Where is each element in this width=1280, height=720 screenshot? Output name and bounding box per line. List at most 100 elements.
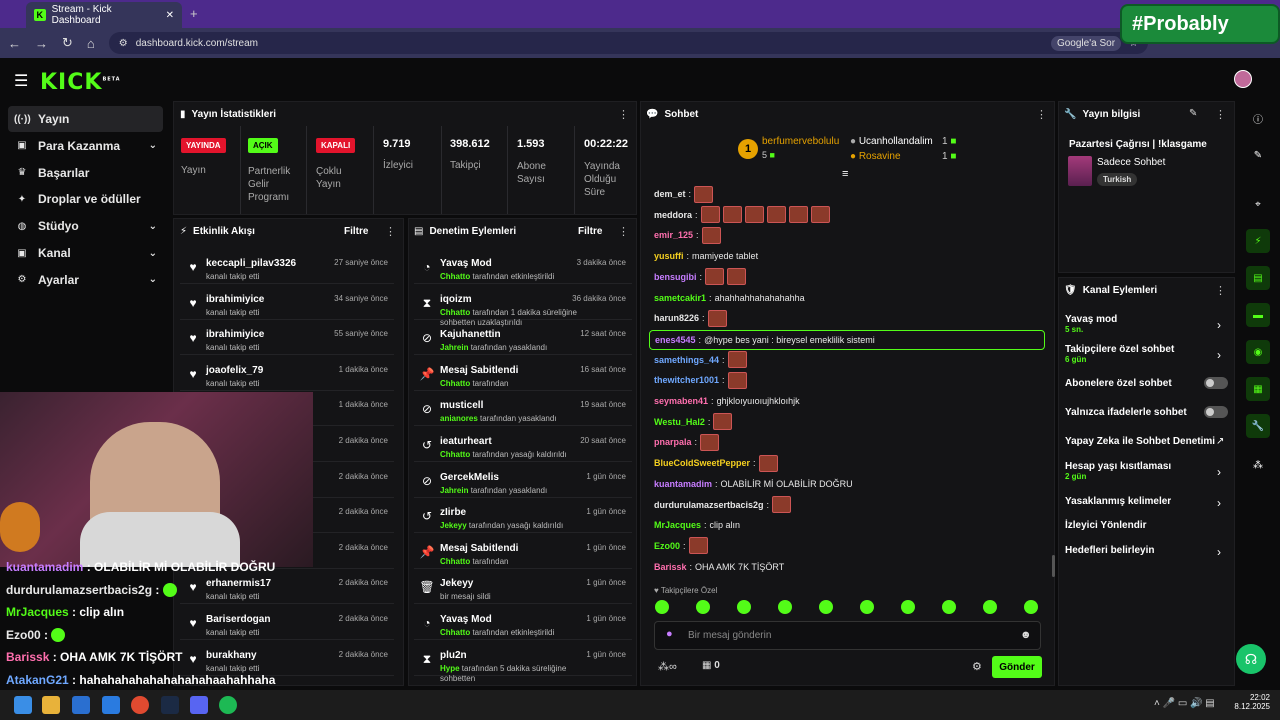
channel-action-item[interactable]: Yavaş mod 5 sn.: [1065, 314, 1233, 334]
moderation-item[interactable]: ⧗ iqoizm Chhatto tarafından 1 dakika sürel…: [414, 286, 632, 327]
chat-message[interactable]: pnarpala:: [654, 433, 720, 451]
clock[interactable]: 22:02 8.12.2025: [1232, 693, 1270, 711]
emote-icon[interactable]: [737, 600, 751, 614]
chat-message[interactable]: MrJacques: clip alın: [654, 516, 740, 534]
chat-username[interactable]: emir_125: [654, 230, 693, 240]
emote-icon[interactable]: [758, 454, 778, 472]
channel-action-item[interactable]: Yasaklanmış kelimeler: [1065, 496, 1233, 507]
emote-icon[interactable]: [727, 268, 747, 286]
broadcast-widget-icon[interactable]: ◉: [1246, 340, 1270, 364]
sidebar-item-0[interactable]: ((·)) Yayın: [8, 106, 163, 132]
user-avatar[interactable]: [1234, 70, 1252, 88]
chat-message[interactable]: Barissk: OHA AMK 7K TİŞÖRT: [654, 558, 784, 576]
chat-message[interactable]: Ezo00:: [654, 537, 708, 555]
store-app-icon[interactable]: [72, 696, 90, 714]
chat-username[interactable]: yusuffi: [654, 251, 684, 261]
chat-message[interactable]: durdurulamazsertbacis2g:: [654, 496, 792, 514]
chat-message[interactable]: dem_et:: [654, 185, 714, 203]
moderation-filter-button[interactable]: Filtre: [578, 226, 602, 237]
chat-message[interactable]: harun8226:: [654, 309, 727, 327]
back-icon[interactable]: ←: [8, 36, 21, 51]
sidebar-item-1[interactable]: ▣ Para Kazanma ⌄: [8, 133, 163, 159]
channel-action-item[interactable]: Yapay Zeka ile Sohbet Denetimi: [1065, 436, 1233, 447]
discord-icon[interactable]: [190, 696, 208, 714]
activity-menu-icon[interactable]: ⋮: [385, 225, 396, 238]
chat-username[interactable]: meddora: [654, 210, 692, 220]
chat-username[interactable]: durdurulamazsertbacis2g: [654, 500, 764, 510]
emote-icon[interactable]: [701, 226, 721, 244]
spotify-icon[interactable]: [219, 696, 237, 714]
chat-message[interactable]: BlueColdSweetPepper:: [654, 454, 778, 472]
outlook-icon[interactable]: [102, 696, 120, 714]
moderation-item[interactable]: 📌 Mesaj Sabitlendi Chhatto tarafından 1 gün…: [414, 535, 632, 569]
moderation-item[interactable]: ↺ zIirbe Jekeyy tarafından yasağı kaldırıl…: [414, 499, 632, 534]
moderation-item[interactable]: ◔ Yavaş Mod Chhatto tarafından etkinleştir…: [414, 250, 632, 284]
emote-icon[interactable]: [788, 206, 808, 224]
external-link-icon[interactable]: ↗: [1216, 436, 1224, 447]
hamburger-menu-icon[interactable]: ☰: [14, 71, 28, 91]
emote-icon[interactable]: [655, 600, 669, 614]
close-tab-icon[interactable]: ✕: [166, 10, 174, 21]
chat-scrollbar[interactable]: [1052, 555, 1055, 577]
pen-icon[interactable]: ✎: [1246, 143, 1270, 167]
emote-icon[interactable]: [901, 600, 915, 614]
emote-icon[interactable]: [942, 600, 956, 614]
emote-icon[interactable]: [727, 371, 747, 389]
reload-icon[interactable]: ↻: [62, 35, 73, 51]
edit-icon[interactable]: ✎: [1189, 108, 1197, 119]
forward-icon[interactable]: →: [35, 36, 48, 51]
chevron-down-icon[interactable]: ⌄: [149, 140, 157, 151]
moderation-item[interactable]: ⊘ Kajuhanettin Jahrein tarafından yasaklan…: [414, 321, 632, 356]
chat-settings-icon[interactable]: ⁂∞: [658, 660, 677, 673]
bolt-widget-icon[interactable]: ⚡: [1246, 229, 1270, 253]
channel-actions-menu-icon[interactable]: ⋮: [1215, 284, 1226, 297]
browser-tab[interactable]: K Stream - Kick Dashboard ✕: [26, 2, 182, 28]
chat-message[interactable]: Westu_Hal2:: [654, 413, 733, 431]
emote-icon[interactable]: [819, 600, 833, 614]
emote-icon[interactable]: [722, 206, 742, 224]
emote-icon[interactable]: [688, 537, 708, 555]
category-name[interactable]: Sadece Sohbet: [1097, 157, 1165, 168]
chat-username[interactable]: samethings_44: [654, 355, 719, 365]
sidebar-item-6[interactable]: ⚙ Ayarlar ⌄: [8, 267, 163, 293]
emote-icon[interactable]: [713, 413, 733, 431]
activity-item[interactable]: ♥ joaofelix_79 kanalı takip etti 1 dakika ö…: [180, 357, 394, 391]
collapse-gifters-icon[interactable]: ≡: [842, 168, 848, 180]
tag-badge[interactable]: Turkish: [1097, 173, 1138, 186]
chevron-down-icon[interactable]: ⌄: [149, 248, 157, 259]
chat-menu-icon[interactable]: ⋮: [1036, 108, 1047, 121]
chat-username[interactable]: sametcakir1: [654, 293, 706, 303]
layout-widget-icon[interactable]: ▦: [1246, 377, 1270, 401]
moderation-menu-icon[interactable]: ⋮: [618, 225, 629, 238]
chat-username[interactable]: Ezo00: [654, 541, 680, 551]
emote-icon[interactable]: [860, 600, 874, 614]
emote-icon[interactable]: [694, 185, 714, 203]
channel-action-item[interactable]: Hesap yaşı kısıtlaması 2 gün: [1065, 461, 1233, 481]
clipboard-widget-icon[interactable]: ▤: [1246, 266, 1270, 290]
capture-icon[interactable]: ⌖: [1246, 192, 1270, 216]
chat-message[interactable]: samethings_44:: [654, 351, 747, 369]
support-headset-icon[interactable]: ☊: [1236, 644, 1266, 674]
activity-item[interactable]: ♥ ibrahimiyice kanalı takip etti 34 saniye …: [180, 286, 394, 320]
chat-message[interactable]: yusuffi: mamiyede tablet: [654, 247, 758, 265]
emote-icon[interactable]: [766, 206, 786, 224]
emote-icon[interactable]: [983, 600, 997, 614]
emote-icon[interactable]: [772, 496, 792, 513]
moderation-item[interactable]: 📌 Mesaj Sabitlendi Chhatto tarafından 16 sa…: [414, 357, 632, 391]
google-ask-button[interactable]: Google'a Sor: [1050, 35, 1122, 51]
channel-action-item[interactable]: Hedefleri belirleyin: [1065, 545, 1233, 556]
sidebar-item-3[interactable]: ✦ Droplar ve ödüller: [8, 186, 163, 212]
sidebar-item-5[interactable]: ▣ Kanal ⌄: [8, 240, 163, 266]
moderation-item[interactable]: 🗑 Jekeyy bir mesajı sildi 1 gün önce: [414, 570, 632, 605]
send-button[interactable]: Gönder: [992, 656, 1042, 678]
chevron-right-icon[interactable]: ›: [1217, 348, 1221, 362]
mic-icon[interactable]: ●: [666, 628, 673, 640]
emote-icon[interactable]: [744, 206, 764, 224]
emoji-picker-icon[interactable]: ☻: [1020, 629, 1032, 641]
moderation-item[interactable]: ◔ Yavaş Mod Chhatto tarafından etkinleştir…: [414, 606, 632, 640]
emote-icon[interactable]: [707, 309, 727, 327]
chat-message[interactable]: emir_125:: [654, 226, 721, 244]
chat-username[interactable]: pnarpala: [654, 437, 692, 447]
chat-username[interactable]: BlueColdSweetPepper: [654, 458, 750, 468]
chat-widget-icon[interactable]: ▬: [1246, 303, 1270, 327]
